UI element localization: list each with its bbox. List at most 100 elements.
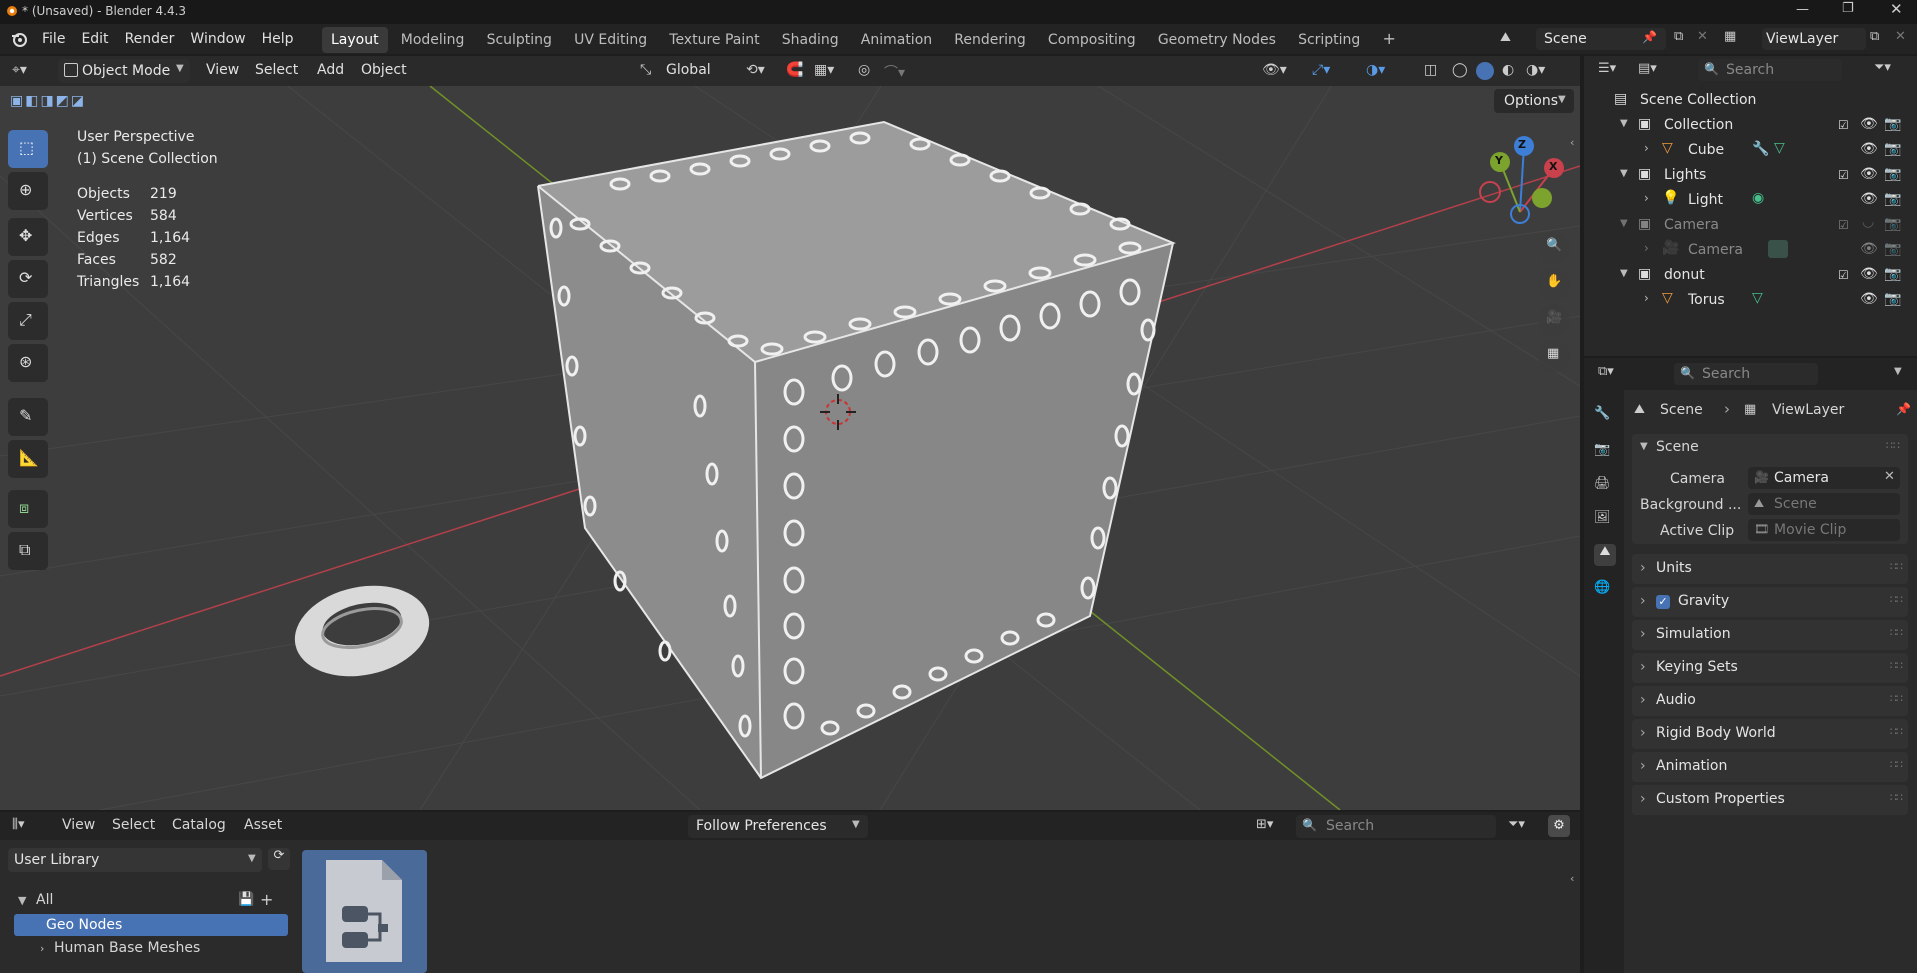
editor-type-icon[interactable]: ⫼▾ xyxy=(12,817,25,832)
scene-icon[interactable]: ⛰ xyxy=(1500,30,1511,45)
chevron-down-icon[interactable]: ▼ xyxy=(1620,268,1628,279)
audio-panel[interactable]: › Audio ∷∷ xyxy=(1632,686,1908,716)
chevron-down-icon[interactable]: ▼ xyxy=(1620,118,1628,129)
filter-icon[interactable]: ⏷▾ xyxy=(1508,817,1525,832)
catalog-human-base-meshes[interactable]: Human Base Meshes xyxy=(54,940,200,956)
menu-object[interactable]: Object xyxy=(361,62,407,78)
eye-icon[interactable]: 👁 xyxy=(1860,116,1878,132)
add-catalog-icon[interactable]: + xyxy=(260,890,273,909)
eye-icon[interactable]: 👁 xyxy=(1860,241,1878,257)
gizmo-z-label[interactable]: Z xyxy=(1518,138,1526,151)
asset-tile[interactable] xyxy=(302,850,427,973)
rigid-body-world-panel[interactable]: › Rigid Body World ∷∷ xyxy=(1632,719,1908,749)
tab-geometry-nodes[interactable]: Geometry Nodes xyxy=(1149,27,1285,53)
minimize-icon[interactable]: — xyxy=(1796,2,1809,17)
render-icon[interactable]: 📷 xyxy=(1884,191,1901,207)
tab-uv-editing[interactable]: UV Editing xyxy=(565,27,656,53)
render-icon[interactable]: 📷 xyxy=(1884,166,1901,182)
save-icon[interactable]: 💾 xyxy=(238,892,254,907)
tab-layout[interactable]: Layout xyxy=(322,27,388,53)
snap-icon[interactable]: 🧲 xyxy=(786,62,803,78)
outliner-row-scene-collection[interactable]: ▤ Scene Collection xyxy=(1584,88,1917,113)
pivot-icon[interactable]: ⟲▾ xyxy=(746,62,765,78)
tab-texture-paint[interactable]: Texture Paint xyxy=(660,27,768,53)
measure-tool[interactable]: 📐 xyxy=(8,440,48,478)
chevron-down-icon[interactable]: ▼ xyxy=(1894,366,1902,377)
camera-field[interactable]: 🎥 Camera ✕ xyxy=(1748,467,1900,489)
properties-search-input[interactable]: 🔍 Search xyxy=(1674,363,1818,385)
light-data-icon[interactable]: ◉ xyxy=(1752,190,1764,206)
delete-view-layer-icon[interactable]: ✕ xyxy=(1895,29,1906,44)
editor-type-icon[interactable]: ☰▾ xyxy=(1598,61,1616,76)
tab-modeling[interactable]: Modeling xyxy=(392,27,474,53)
pan-button[interactable]: ✋ xyxy=(1538,268,1570,300)
move-tool[interactable]: ✥ xyxy=(8,218,48,256)
outliner-row-camera-collection[interactable]: ▼ ▣ Camera ☑ ◡ 📷 xyxy=(1584,213,1917,238)
menu-view[interactable]: View xyxy=(62,817,95,833)
scene-tab-icon[interactable]: ⛰ xyxy=(1594,544,1616,566)
modifier-wrench-icon[interactable]: 🔧 xyxy=(1752,141,1769,157)
outliner-row-light[interactable]: › 💡 Light ◉ 👁 📷 xyxy=(1584,188,1917,213)
gizmo-toggle-icon[interactable]: ⤢▾ xyxy=(1312,62,1330,78)
gizmo-y-label[interactable]: Y xyxy=(1495,154,1503,167)
editor-type-icon[interactable]: ⧉▾ xyxy=(1598,364,1614,379)
checkbox-icon[interactable]: ☑ xyxy=(1838,168,1849,182)
cursor-tool[interactable]: ⊕ xyxy=(8,172,48,210)
transform-orientation[interactable]: Global xyxy=(666,62,711,78)
catalog-all[interactable]: All xyxy=(36,892,53,908)
overlay-toggle-icon[interactable]: ◑▾ xyxy=(1366,62,1385,78)
filter-icon[interactable]: ⏷▾ xyxy=(1874,60,1891,75)
wireframe-shading-icon[interactable]: ◯ xyxy=(1452,62,1468,78)
menu-select[interactable]: Select xyxy=(112,817,155,833)
close-icon[interactable]: ✕ xyxy=(1890,0,1903,18)
selection-mode-icons[interactable]: ▣◧◨◩◪ xyxy=(10,93,86,109)
eye-icon[interactable]: 👁 xyxy=(1860,141,1878,157)
eye-closed-icon[interactable]: ◡ xyxy=(1862,214,1874,230)
tab-compositing[interactable]: Compositing xyxy=(1039,27,1145,53)
chevron-down-icon[interactable]: ▼ xyxy=(1640,441,1648,452)
add-workspace-icon[interactable]: + xyxy=(1373,26,1404,52)
output-tab-icon[interactable]: 🖨 xyxy=(1594,476,1616,498)
tab-rendering[interactable]: Rendering xyxy=(945,27,1035,53)
custom-properties-panel[interactable]: › Custom Properties ∷∷ xyxy=(1632,785,1908,815)
tool-tab-icon[interactable]: 🔧 xyxy=(1594,406,1616,428)
view-layer-tab-icon[interactable]: 🖼 xyxy=(1594,510,1616,532)
expand-chevron-icon[interactable]: › xyxy=(40,942,44,955)
eye-icon[interactable]: 👁 xyxy=(1860,191,1878,207)
eye-icon[interactable]: 👁 xyxy=(1860,166,1878,182)
eye-icon[interactable]: 👁 xyxy=(1860,291,1878,307)
new-scene-icon[interactable]: ⧉ xyxy=(1674,29,1683,44)
scene-panel-title[interactable]: Scene xyxy=(1656,439,1699,455)
menu-file[interactable]: File xyxy=(34,24,73,54)
world-tab-icon[interactable]: 🌐 xyxy=(1594,580,1616,602)
mesh-data-icon[interactable]: ▽ xyxy=(1774,140,1785,156)
visibility-icon[interactable]: 👁▾ xyxy=(1262,62,1287,78)
menu-edit[interactable]: Edit xyxy=(73,24,116,54)
sidebar-toggle-icon[interactable]: ‹ xyxy=(1570,872,1574,885)
mode-selector[interactable]: Object Mode ▼ xyxy=(58,59,190,83)
gear-icon[interactable]: ⚙ xyxy=(1548,815,1570,837)
render-icon[interactable]: 📷 xyxy=(1884,266,1901,282)
import-method-dropdown[interactable]: Follow Preferences ▼ xyxy=(688,815,868,838)
mesh-data-icon[interactable]: ▽ xyxy=(1752,290,1763,306)
outliner-row-lights[interactable]: ▼ ▣ Lights ☑ 👁 📷 xyxy=(1584,163,1917,188)
options-button[interactable]: Options ▼ xyxy=(1494,89,1574,113)
keying-sets-panel[interactable]: › Keying Sets ∷∷ xyxy=(1632,653,1908,683)
active-clip-field[interactable]: 🎞 Movie Clip xyxy=(1748,519,1900,541)
xray-icon[interactable]: ◫ xyxy=(1424,62,1437,78)
eye-icon[interactable]: 👁 xyxy=(1860,266,1878,282)
outliner-row-donut[interactable]: ▼ ▣ donut ☑ 👁 📷 xyxy=(1584,263,1917,288)
menu-render[interactable]: Render xyxy=(117,24,183,54)
outliner-row-collection[interactable]: ▼ ▣ Collection ☑ 👁 📷 xyxy=(1584,113,1917,138)
chevron-down-icon[interactable]: ▼ xyxy=(1620,218,1628,229)
chevron-right-icon[interactable]: › xyxy=(1644,191,1649,205)
view-layer-selector[interactable]: ViewLayer xyxy=(1762,28,1866,50)
refresh-icon[interactable]: ⟳ xyxy=(268,848,290,870)
menu-select[interactable]: Select xyxy=(255,62,298,78)
material-shading-icon[interactable]: ◐ xyxy=(1502,62,1514,78)
rendered-shading-icon[interactable]: ◑▾ xyxy=(1526,62,1545,78)
maximize-icon[interactable]: ❐ xyxy=(1842,1,1854,16)
collapse-chevron-icon[interactable]: ▼ xyxy=(18,894,26,907)
solid-shading-icon[interactable] xyxy=(1476,62,1494,80)
animation-panel[interactable]: › Animation ∷∷ xyxy=(1632,752,1908,782)
